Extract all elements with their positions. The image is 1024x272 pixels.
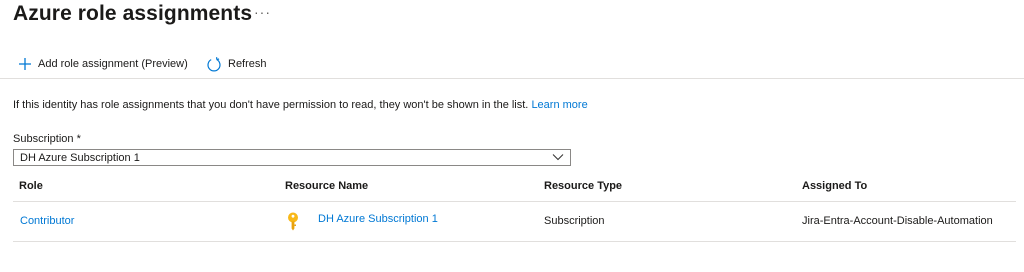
add-icon [18,57,32,71]
info-text: If this identity has role assignments th… [13,99,529,111]
subscription-label: Subscription * [13,133,81,145]
column-header-role[interactable]: Role [19,180,43,192]
resource-type-cell: Subscription [544,215,605,227]
page-title: Azure role assignments [13,2,253,25]
info-message: If this identity has role assignments th… [13,99,588,111]
command-bar-divider [0,78,1024,79]
add-role-assignment-label: Add role assignment (Preview) [38,58,188,70]
more-options-button[interactable]: ··· [254,4,271,20]
refresh-icon [206,56,222,72]
header-row-divider [13,201,1016,202]
key-icon [287,212,299,235]
refresh-button[interactable]: Refresh [206,54,267,74]
table-row-divider [13,241,1016,242]
assigned-to-cell: Jira-Entra-Account-Disable-Automation [802,215,993,227]
refresh-label: Refresh [228,58,267,70]
column-header-resource-type[interactable]: Resource Type [544,180,622,192]
add-role-assignment-button[interactable]: Add role assignment (Preview) [18,54,188,74]
column-header-assigned-to[interactable]: Assigned To [802,180,867,192]
learn-more-link[interactable]: Learn more [531,99,587,111]
resource-name-link[interactable]: DH Azure Subscription 1 [318,213,438,225]
role-link[interactable]: Contributor [20,215,74,227]
column-header-resource-name[interactable]: Resource Name [285,180,368,192]
subscription-value: DH Azure Subscription 1 [20,151,140,164]
chevron-down-icon [552,152,564,164]
subscription-dropdown[interactable]: DH Azure Subscription 1 [13,149,571,166]
